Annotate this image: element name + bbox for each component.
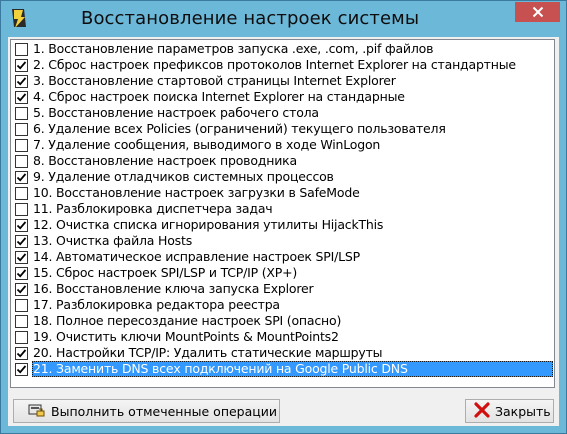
check-icon [16, 60, 27, 70]
item-checkbox[interactable] [15, 362, 28, 376]
item-label: 15. Сброс настроек SPI/LSP и TCP/IP (XP+… [33, 265, 298, 280]
item-label: 13. Очистка файла Hosts [33, 233, 193, 248]
checklist-item[interactable]: 3. Восстановление стартовой страницы Int… [12, 73, 553, 89]
checklist-item[interactable]: 14. Автоматическое исправление настроек … [12, 249, 553, 265]
checklist-item[interactable]: 2. Сброс настроек префиксов протоколов I… [12, 57, 553, 73]
item-checkbox[interactable] [15, 346, 28, 360]
item-checkbox[interactable] [15, 74, 28, 88]
item-label: 2. Сброс настроек префиксов протоколов I… [33, 57, 516, 72]
window-close-button[interactable] [515, 2, 560, 22]
item-checkbox[interactable] [15, 266, 28, 280]
item-label: 1. Восстановление параметров запуска .ex… [33, 41, 434, 56]
item-checkbox[interactable] [15, 186, 28, 200]
checklist-item[interactable]: 5. Восстановление настроек рабочего стол… [12, 105, 553, 121]
close-button[interactable]: Закрыть [465, 399, 554, 423]
item-label: 8. Восстановление настроек проводника [33, 153, 297, 168]
item-checkbox[interactable] [15, 314, 28, 328]
item-checkbox[interactable] [15, 122, 28, 136]
checklist-item[interactable]: 7. Удаление сообщения, выводимого в ходе… [12, 137, 553, 153]
item-checkbox[interactable] [15, 154, 28, 168]
item-checkbox[interactable] [15, 202, 28, 216]
checklist-item[interactable]: 9. Удаление отладчиков системных процесс… [12, 169, 553, 185]
item-label: 14. Автоматическое исправление настроек … [33, 249, 360, 264]
close-icon [532, 6, 543, 18]
item-checkbox[interactable] [15, 250, 28, 264]
item-label: 3. Восстановление стартовой страницы Int… [33, 73, 396, 88]
item-label: 7. Удаление сообщения, выводимого в ходе… [33, 137, 381, 152]
run-selected-operations-button[interactable]: Выполнить отмеченные операции [13, 399, 280, 423]
item-checkbox[interactable] [15, 330, 28, 344]
checklist-item[interactable]: 17. Разблокировка редактора реестра [12, 297, 553, 313]
item-label: 5. Восстановление настроек рабочего стол… [33, 105, 319, 120]
item-checkbox[interactable] [15, 170, 28, 184]
checklist-item[interactable]: 16. Восстановление ключа запуска Explore… [12, 281, 553, 297]
checklist-item[interactable]: 13. Очистка файла Hosts [12, 233, 553, 249]
title-bar[interactable]: Восстановление настроек системы [1, 1, 566, 37]
app-icon [9, 7, 29, 29]
cancel-x-icon [474, 401, 490, 421]
checklist-item[interactable]: 10. Восстановление настроек загрузки в S… [12, 185, 553, 201]
item-checkbox[interactable] [15, 282, 28, 296]
checklist-item[interactable]: 6. Удаление всех Policies (ограничений) … [12, 121, 553, 137]
check-icon [16, 92, 27, 102]
item-checkbox[interactable] [15, 58, 28, 72]
check-icon [16, 220, 27, 230]
checklist-item[interactable]: 18. Полное пересоздание настроек SPI (оп… [12, 313, 553, 329]
checklist-item[interactable]: 1. Восстановление параметров запуска .ex… [12, 41, 553, 57]
checklist-item[interactable]: 15. Сброс настроек SPI/LSP и TCP/IP (XP+… [12, 265, 553, 281]
dialog-client-area: 1. Восстановление параметров запуска .ex… [8, 37, 559, 426]
checklist-item[interactable]: 4. Сброс настроек поиска Internet Explor… [12, 89, 553, 105]
item-label: 18. Полное пересоздание настроек SPI (оп… [33, 313, 342, 328]
item-label: 21. Заменить DNS всех подключений на Goo… [32, 361, 553, 377]
item-label: 17. Разблокировка редактора реестра [33, 297, 280, 312]
item-checkbox[interactable] [15, 138, 28, 152]
checklist-item[interactable]: 20. Настройки TCP/IP: Удалить статически… [12, 345, 553, 361]
check-icon [16, 236, 27, 246]
checklist-item[interactable]: 19. Очистить ключи MountPoints & MountPo… [12, 329, 553, 345]
item-label: 10. Восстановление настроек загрузки в S… [33, 185, 360, 200]
dialog-window: Восстановление настроек системы 1. Восст… [0, 0, 567, 434]
checklist-item[interactable]: 8. Восстановление настроек проводника [12, 153, 553, 169]
checklist-item[interactable]: 11. Разблокировка диспетчера задач [12, 201, 553, 217]
checklist-item[interactable]: 12. Очистка списка игнорирования утилиты… [12, 217, 553, 233]
item-label: 6. Удаление всех Policies (ограничений) … [33, 121, 446, 136]
run-icon [28, 402, 46, 421]
check-icon [16, 172, 27, 182]
item-checkbox[interactable] [15, 106, 28, 120]
item-label: 4. Сброс настроек поиска Internet Explor… [33, 89, 405, 104]
check-icon [16, 252, 27, 262]
item-label: 12. Очистка списка игнорирования утилиты… [33, 217, 384, 232]
item-checkbox[interactable] [15, 298, 28, 312]
close-button-label: Закрыть [495, 403, 551, 419]
checklist-item[interactable]: 21. Заменить DNS всех подключений на Goo… [12, 361, 553, 377]
check-icon [16, 284, 27, 294]
item-checkbox[interactable] [15, 234, 28, 248]
check-icon [16, 76, 27, 86]
item-label: 11. Разблокировка диспетчера задач [33, 201, 273, 216]
item-checkbox[interactable] [15, 218, 28, 232]
check-icon [16, 348, 27, 358]
operations-checklist[interactable]: 1. Восстановление параметров запуска .ex… [10, 39, 555, 388]
item-label: 20. Настройки TCP/IP: Удалить статически… [33, 345, 383, 360]
item-label: 19. Очистить ключи MountPoints & MountPo… [33, 329, 339, 344]
check-icon [16, 268, 27, 278]
check-icon [16, 364, 27, 374]
run-button-label: Выполнить отмеченные операции [51, 403, 278, 419]
item-label: 16. Восстановление ключа запуска Explore… [33, 281, 314, 296]
item-checkbox[interactable] [15, 90, 28, 104]
window-title: Восстановление настроек системы [81, 8, 420, 29]
item-label: 9. Удаление отладчиков системных процесс… [33, 169, 334, 184]
item-checkbox[interactable] [15, 42, 28, 56]
